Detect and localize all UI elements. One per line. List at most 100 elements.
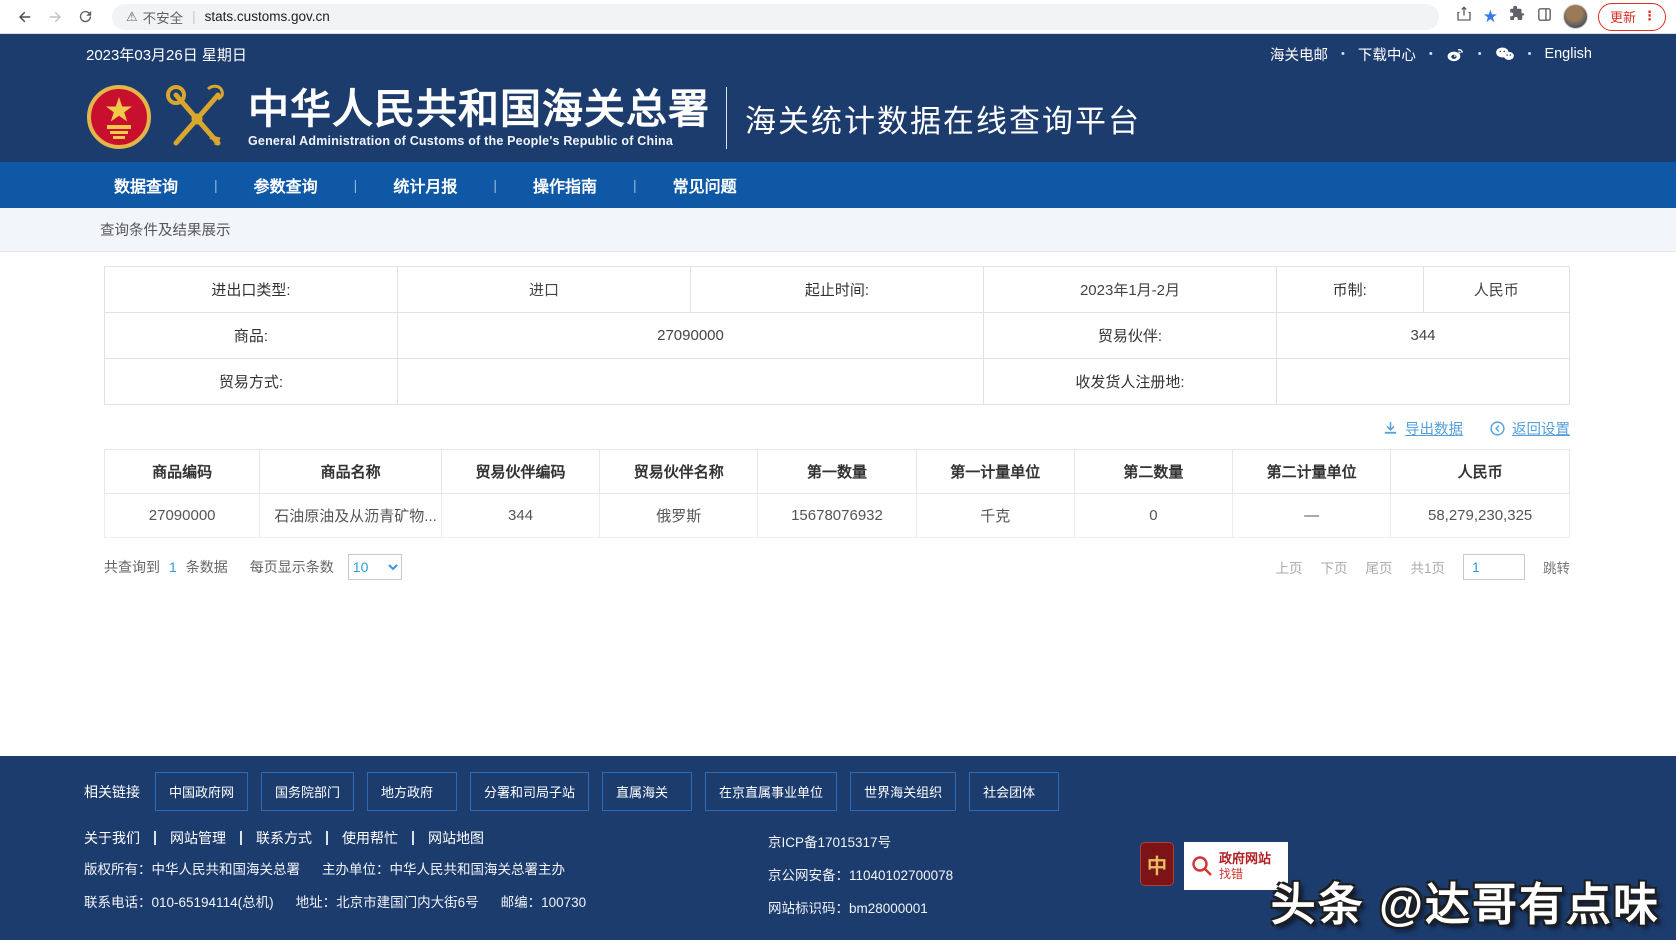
related-link-state-council[interactable]: 国务院部门 (261, 772, 354, 811)
nav-separator: | (332, 177, 380, 193)
main-nav: 数据查询 | 参数查询 | 统计月报 | 操作指南 | 常见问题 (0, 162, 1676, 208)
masthead-divider (726, 87, 727, 149)
nav-guide[interactable]: 操作指南 (519, 173, 611, 197)
bookmark-star-icon[interactable]: ★ (1483, 7, 1498, 27)
link-customs-mail[interactable]: 海关电邮 (1270, 44, 1328, 65)
url-text[interactable]: stats.customs.gov.cn (205, 9, 330, 24)
gov-emblem-badge-icon[interactable]: 中 (1140, 842, 1174, 886)
results-header-row: 商品编码 商品名称 贸易伙伴编码 贸易伙伴名称 第一数量 第一计量单位 第二数量… (105, 450, 1570, 494)
page-jump-input[interactable] (1463, 554, 1525, 580)
forward-icon[interactable] (40, 2, 70, 32)
related-link-branches[interactable]: 分署和司局子站 (470, 772, 589, 811)
browser-update-button[interactable]: 更新 ⋮ (1598, 3, 1666, 31)
table-actions: 导出数据 返回设置 (104, 418, 1570, 439)
nav-data-query[interactable]: 数据查询 (100, 173, 192, 197)
cond-label-commodity: 商品: (105, 313, 398, 359)
breadcrumb: 查询条件及结果展示 (0, 208, 1676, 252)
cond-value-trade-mode (398, 359, 984, 405)
footer-link-sitemap[interactable]: 网站地图 (414, 831, 498, 845)
link-download-center[interactable]: 下载中心 (1358, 44, 1416, 65)
link-english[interactable]: English (1544, 46, 1592, 62)
update-label: 更新 (1610, 7, 1636, 26)
nav-separator: | (611, 177, 659, 193)
toutiao-watermark: 头条 @达哥有点味 (1271, 868, 1660, 933)
related-link-local-gov[interactable]: 地方政府 (367, 772, 457, 811)
total-prefix: 共查询到 (104, 557, 160, 577)
col-partner-name: 贸易伙伴名称 (600, 450, 758, 494)
cell-partner-code: 344 (441, 494, 599, 538)
next-page-button[interactable]: 下页 (1320, 557, 1347, 577)
last-page-button[interactable]: 尾页 (1365, 557, 1392, 577)
address-bar[interactable]: ⚠ 不安全 | stats.customs.gov.cn (112, 4, 1439, 30)
related-link-wco[interactable]: 世界海关组织 (850, 772, 956, 811)
table-row: 27090000 石油原油及从沥青矿物... 344 俄罗斯 156780769… (105, 494, 1570, 538)
total-suffix: 条数据 (186, 557, 228, 577)
total-pages: 共1页 (1410, 557, 1445, 577)
nav-monthly-report[interactable]: 统计月报 (379, 173, 471, 197)
gov-badge-line1: 政府网站 (1219, 851, 1271, 867)
copyright-owner: 版权所有：中华人民共和国海关总署 (84, 858, 300, 878)
col-qty1: 第一数量 (758, 450, 916, 494)
prev-page-button[interactable]: 上页 (1275, 557, 1302, 577)
back-to-settings-button[interactable]: 返回设置 (1489, 418, 1570, 439)
magnifier-icon (1190, 854, 1214, 878)
footer-link-contact[interactable]: 联系方式 (242, 831, 328, 845)
cond-value-commodity: 27090000 (398, 313, 984, 359)
cond-label-currency: 币制: (1277, 267, 1424, 313)
related-link-direct-customs[interactable]: 直属海关 (602, 772, 692, 811)
extensions-icon[interactable] (1508, 5, 1526, 28)
total-count: 1 (169, 559, 177, 575)
related-link-social-orgs[interactable]: 社会团体 (969, 772, 1059, 811)
results-table: 商品编码 商品名称 贸易伙伴编码 贸易伙伴名称 第一数量 第一计量单位 第二数量… (104, 449, 1570, 538)
dot-separator: • (1429, 48, 1433, 60)
footer: 相关链接 中国政府网 国务院部门 地方政府 分署和司局子站 直属海关 在京直属事… (0, 756, 1676, 940)
nav-separator: | (192, 177, 240, 193)
nav-param-query[interactable]: 参数查询 (240, 173, 332, 197)
nav-faq[interactable]: 常见问题 (659, 173, 751, 197)
nav-separator: | (471, 177, 519, 193)
cell-partner-name: 俄罗斯 (600, 494, 758, 538)
footer-link-help[interactable]: 使用帮忙 (328, 831, 414, 845)
table-row: 商品: 27090000 贸易伙伴: 344 (105, 313, 1570, 359)
security-label[interactable]: 不安全 (143, 7, 184, 27)
footer-link-about[interactable]: 关于我们 (84, 831, 156, 845)
export-data-button[interactable]: 导出数据 (1382, 418, 1463, 439)
share-icon[interactable] (1455, 5, 1473, 28)
cell-commodity-name: 石油原油及从沥青矿物... (260, 494, 442, 538)
bottom-strip (0, 940, 1676, 948)
security-record-number: 京公网安备：11040102700078 (768, 864, 953, 884)
main-content: 进出口类型: 进口 起止时间: 2023年1月-2月 币制: 人民币 商品: 2… (0, 252, 1676, 756)
dot-separator: • (1478, 48, 1482, 60)
menu-dots-icon[interactable]: ⋮ (1643, 8, 1656, 24)
footer-link-site-admin[interactable]: 网站管理 (156, 831, 242, 845)
icp-number: 京ICP备17015317号 (768, 831, 953, 851)
back-label: 返回设置 (1512, 418, 1570, 439)
cond-label-type: 进出口类型: (105, 267, 398, 313)
side-panel-icon[interactable] (1536, 6, 1553, 28)
dot-separator: • (1341, 48, 1345, 60)
footer-links-row: 关于我们 网站管理 联系方式 使用帮忙 网站地图 (84, 831, 744, 845)
org-title-en: General Administration of Customs of the… (248, 134, 710, 148)
cond-value-partner: 344 (1277, 313, 1570, 359)
download-icon (1382, 420, 1399, 437)
profile-avatar[interactable] (1563, 4, 1588, 29)
back-icon[interactable] (10, 2, 40, 32)
breadcrumb-label: 查询条件及结果展示 (100, 219, 231, 240)
jump-button[interactable]: 跳转 (1543, 557, 1570, 577)
cond-value-reg-place (1277, 359, 1570, 405)
related-link-gov-cn[interactable]: 中国政府网 (155, 772, 248, 811)
related-links-row: 相关链接 中国政府网 国务院部门 地方政府 分署和司局子站 直属海关 在京直属事… (84, 772, 1592, 811)
gov-badge-line2: 找错 (1219, 867, 1271, 881)
wechat-icon[interactable] (1495, 46, 1515, 62)
contact-phone: 联系电话：010-65194114(总机) (84, 891, 274, 911)
browser-toolbar: ⚠ 不安全 | stats.customs.gov.cn ★ 更新 ⋮ (0, 0, 1676, 34)
table-row: 贸易方式: 收发货人注册地: (105, 359, 1570, 405)
cell-qty2: 0 (1074, 494, 1232, 538)
current-date: 2023年03月26日 星期日 (86, 44, 247, 65)
related-link-beijing-units[interactable]: 在京直属事业单位 (705, 772, 837, 811)
weibo-icon[interactable] (1446, 46, 1465, 62)
page-size-select[interactable]: 10 (348, 554, 402, 580)
reload-icon[interactable] (70, 2, 100, 32)
col-unit2: 第二计量单位 (1233, 450, 1391, 494)
national-emblem-icon (86, 85, 152, 151)
